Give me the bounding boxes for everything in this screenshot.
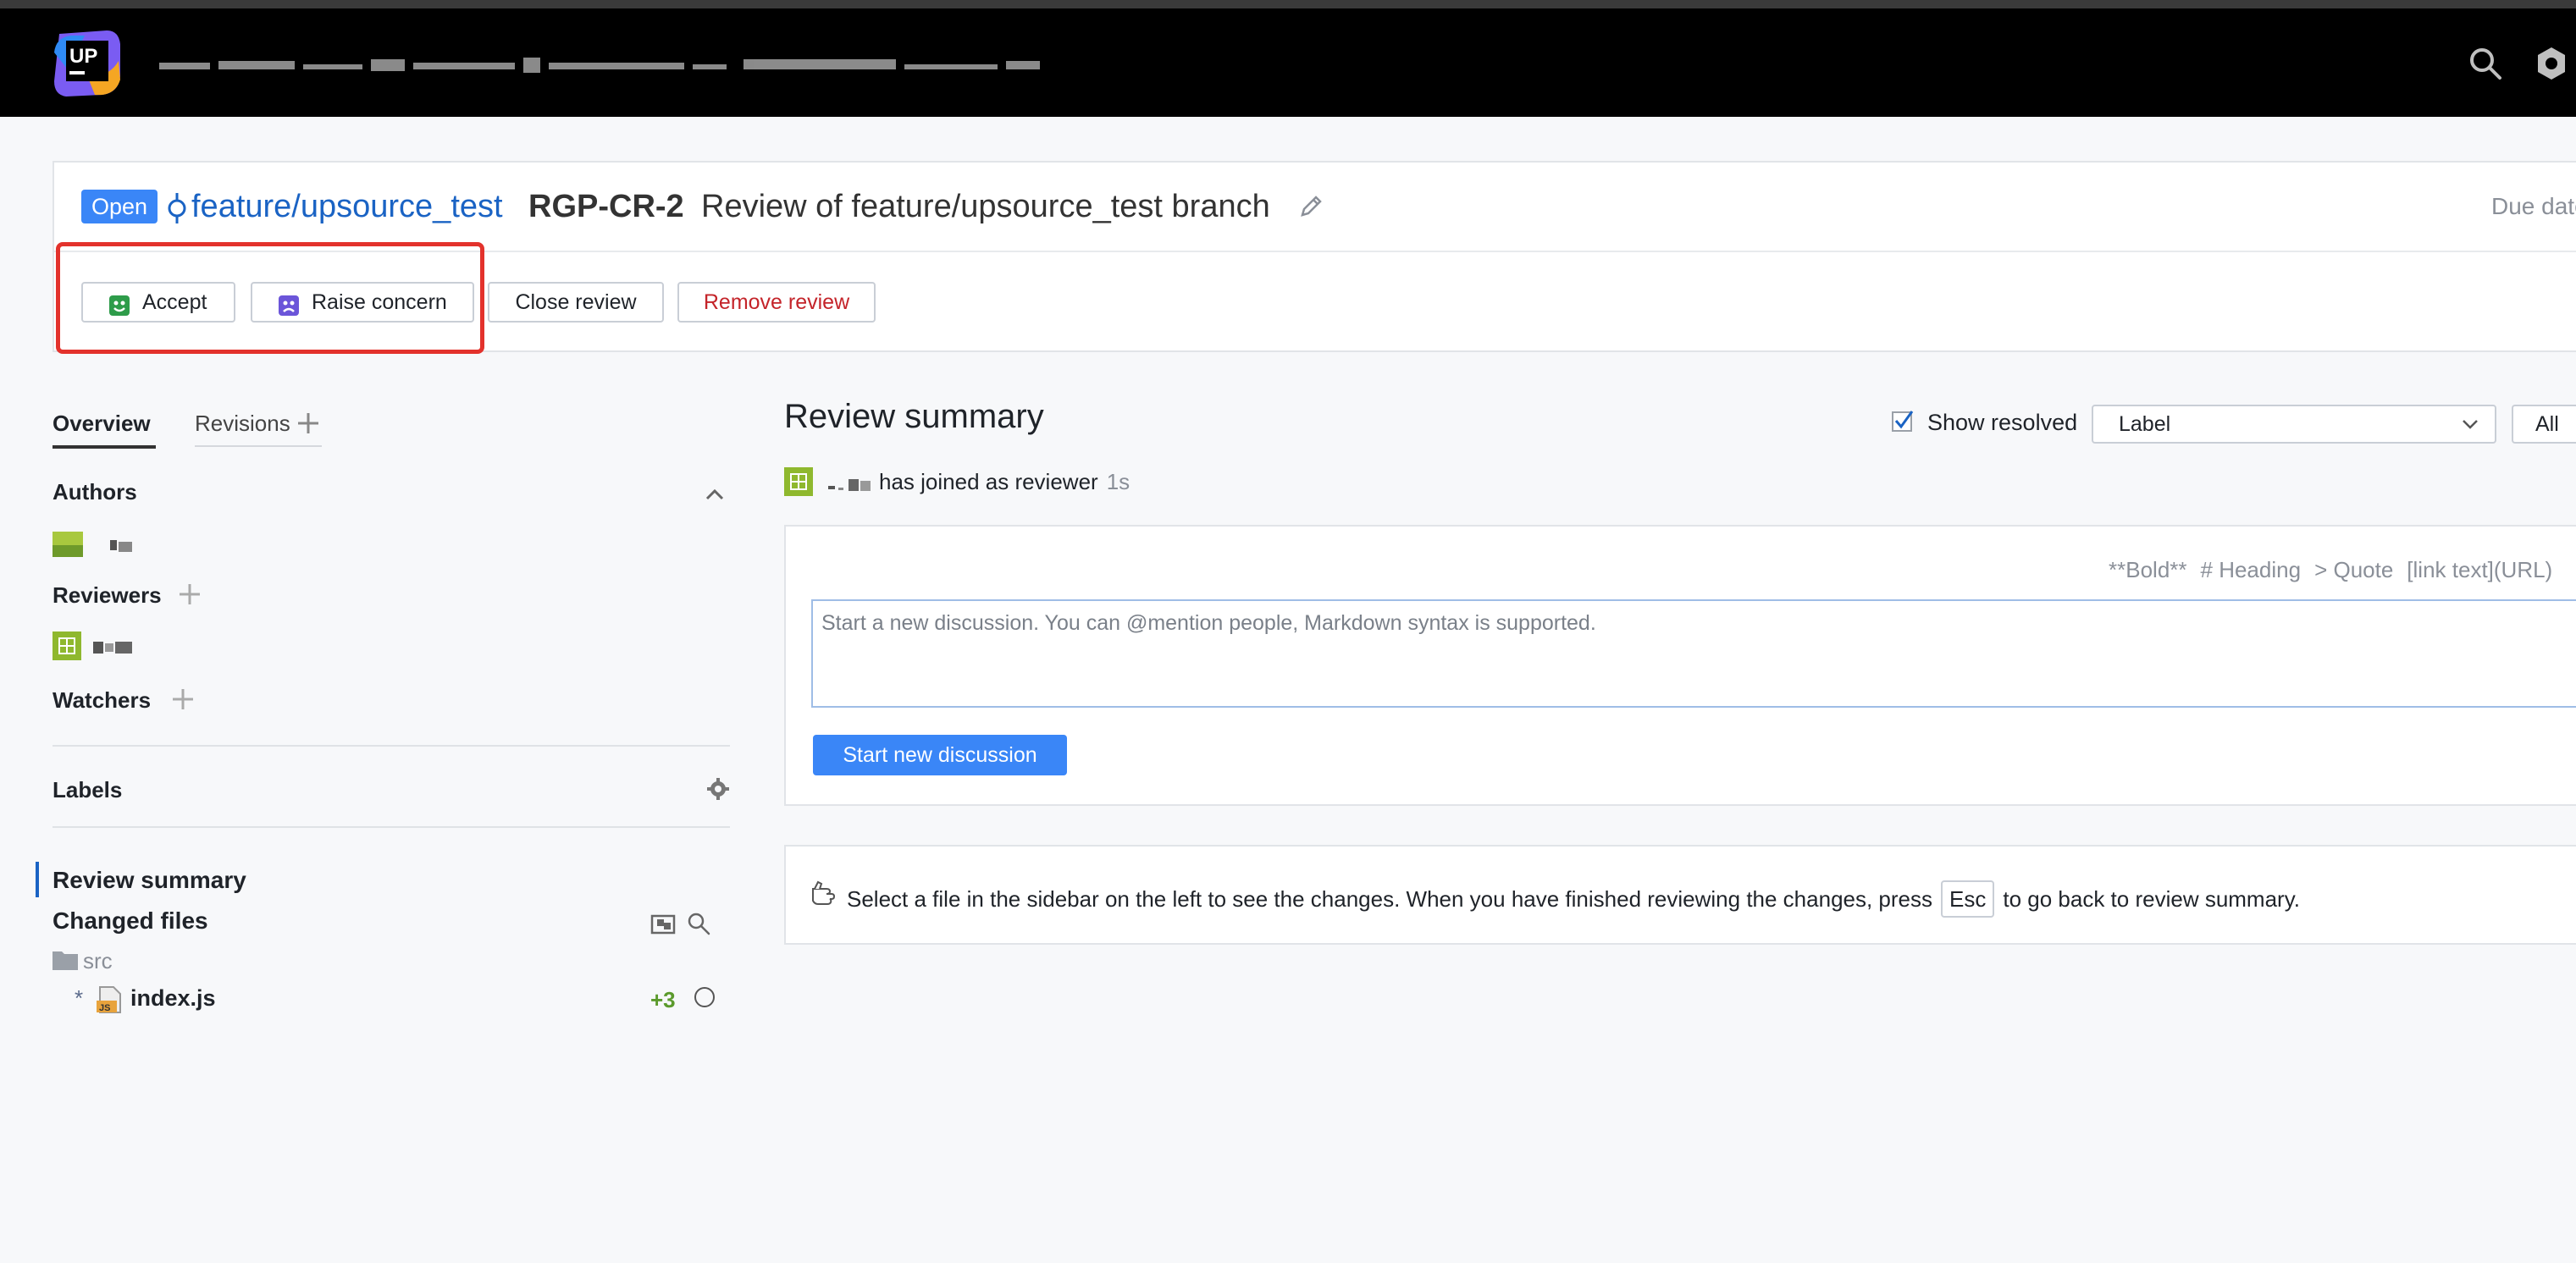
- discussion-input[interactable]: [811, 599, 2576, 708]
- active-nav-marker: [36, 862, 39, 897]
- author-name: [107, 537, 134, 554]
- md-hint-heading: # Heading: [2200, 557, 2302, 582]
- search-icon[interactable]: [2466, 44, 2505, 83]
- js-file-icon: JS: [97, 985, 124, 1014]
- labels-heading: Labels: [53, 777, 123, 802]
- file-diff-count: +3: [650, 987, 676, 1012]
- event-text: has joined as reviewer: [879, 469, 1098, 494]
- tab-revisions[interactable]: Revisions: [195, 406, 290, 440]
- authors-heading: Authors: [53, 479, 137, 505]
- reviewer-name: [91, 638, 134, 655]
- esc-key: Esc: [1941, 880, 1995, 918]
- status-badge: Open: [81, 190, 158, 223]
- select-file-hint: Select a file in the sidebar on the left…: [847, 880, 2300, 918]
- page-title: Review summary: [784, 398, 1044, 435]
- folder-src[interactable]: src: [83, 948, 113, 974]
- md-hint-bold: **Bold**: [2109, 557, 2187, 582]
- pointing-hand-icon: [811, 879, 840, 907]
- changed-files-heading: Changed files: [53, 907, 208, 934]
- svg-text:JS: JS: [99, 1003, 110, 1013]
- breadcrumb[interactable]: [159, 54, 1074, 80]
- activity-event: has joined as reviewer 1s: [879, 469, 1130, 495]
- due-date-label[interactable]: Due date: [2491, 193, 2576, 220]
- review-title: Review of feature/upsource_test branch: [701, 189, 1270, 224]
- annotation-highlight-box: [56, 242, 484, 354]
- tab-revisions-underline: [195, 445, 322, 447]
- sidebar-divider: [53, 745, 730, 747]
- chevron-up-icon[interactable]: [703, 483, 727, 506]
- tab-overview[interactable]: Overview: [53, 406, 151, 440]
- add-reviewer-icon[interactable]: [178, 582, 202, 606]
- md-hint-quote: > Quote: [2314, 557, 2394, 582]
- review-id: RGP-CR-2: [528, 189, 684, 224]
- author-avatar[interactable]: [53, 532, 83, 557]
- tab-revisions-label: Revisions: [195, 411, 290, 436]
- show-resolved-label[interactable]: Show resolved: [1927, 410, 2077, 436]
- settings-icon[interactable]: [2532, 44, 2571, 83]
- svg-text:UP: UP: [69, 45, 97, 68]
- md-hint-link: [link text](URL): [2407, 557, 2553, 582]
- show-resolved-checkbox[interactable]: [1892, 410, 1914, 432]
- file-tree-icon[interactable]: [650, 911, 676, 936]
- folder-icon: [53, 950, 78, 970]
- all-filter-button[interactable]: All: [2512, 405, 2576, 444]
- branch-link[interactable]: feature/upsource_test: [191, 186, 503, 227]
- add-watcher-icon[interactable]: [171, 687, 195, 711]
- hint-text-after: to go back to review summary.: [2003, 885, 2301, 912]
- tab-overview-underline: [53, 445, 156, 449]
- close-review-button[interactable]: Close review: [488, 282, 664, 323]
- label-filter-select[interactable]: Label: [2092, 405, 2496, 444]
- watchers-heading: Watchers: [53, 687, 152, 713]
- add-revision-icon[interactable]: [296, 411, 320, 435]
- window-strip: [0, 0, 2576, 8]
- event-time: 1s: [1106, 469, 1130, 494]
- reviewer-avatar[interactable]: [53, 632, 81, 660]
- pencil-icon[interactable]: [1297, 193, 1324, 220]
- file-index-js[interactable]: index.js: [130, 985, 216, 1012]
- labels-gear-icon[interactable]: [706, 777, 730, 801]
- chevron-down-icon: [2461, 415, 2479, 433]
- reviewers-heading: Reviewers: [53, 582, 162, 608]
- upsource-logo[interactable]: UP: [51, 27, 122, 98]
- event-user-avatar: [784, 467, 813, 496]
- remove-review-button[interactable]: Remove review: [677, 282, 876, 323]
- hint-text-before: Select a file in the sidebar on the left…: [847, 885, 1933, 912]
- start-discussion-button[interactable]: Start new discussion: [813, 735, 1067, 775]
- sidebar-divider-2: [53, 826, 730, 828]
- event-user-name: [828, 476, 872, 493]
- file-search-icon[interactable]: [686, 911, 711, 936]
- markdown-hints: **Bold** # Heading > Quote [link text](URL): [2109, 557, 2566, 583]
- branch-icon: [163, 191, 191, 225]
- nav-review-summary[interactable]: Review summary: [53, 867, 246, 894]
- file-review-status-icon[interactable]: [694, 987, 715, 1007]
- modified-indicator: *: [75, 985, 84, 1011]
